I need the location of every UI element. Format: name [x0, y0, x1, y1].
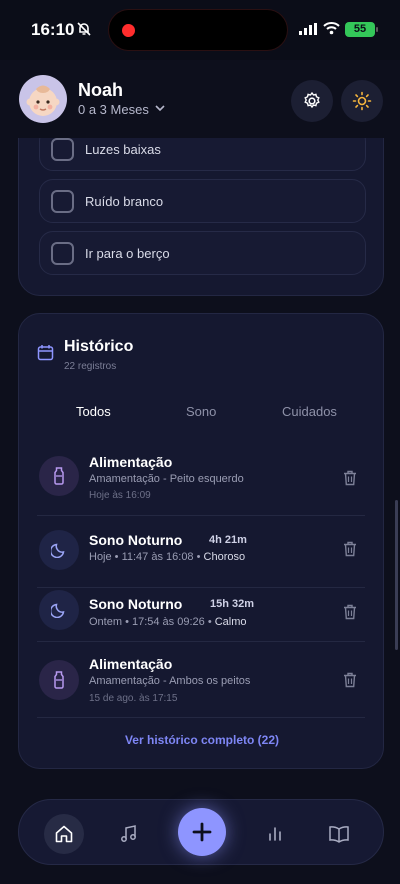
entry-duration: 4h 21m [209, 534, 247, 546]
view-full-history-link[interactable]: Ver histórico completo (22) [19, 733, 385, 747]
calendar-icon [37, 345, 54, 361]
entry-time: Hoje às 16:09 [89, 490, 151, 501]
sun-icon [352, 91, 372, 111]
add-entry-button[interactable] [178, 808, 226, 856]
status-bar: 16:10 55 [0, 0, 400, 60]
nav-music-button[interactable] [109, 814, 149, 854]
task-checkbox[interactable] [51, 138, 74, 161]
bottle-icon [39, 660, 79, 700]
trash-icon[interactable] [343, 470, 357, 486]
history-entry[interactable]: Sono Noturno 15h 32m Ontem • 17:54 às 09… [37, 578, 365, 642]
battery-indicator: 55 [345, 22, 378, 37]
task-label: Luzes baixas [85, 142, 161, 157]
routine-task[interactable]: Ruído branco [39, 179, 366, 223]
task-label: Ruído branco [85, 194, 164, 209]
bell-off-icon [77, 22, 91, 36]
bottle-icon [39, 456, 79, 496]
age-range-selector[interactable]: 0 a 3 Meses [78, 102, 149, 117]
routine-task[interactable]: Ir para o berço [39, 231, 366, 275]
stats-icon [269, 827, 281, 841]
baby-avatar[interactable] [19, 75, 67, 123]
entry-mood: Choroso [203, 551, 246, 563]
book-icon [329, 826, 349, 843]
tab-cuidados[interactable]: Cuidados [282, 404, 337, 419]
tab-sono[interactable]: Sono [186, 404, 216, 419]
settings-button[interactable] [291, 80, 333, 122]
history-title: Histórico [64, 338, 134, 355]
profile-header: Noah 0 a 3 Meses [0, 60, 400, 138]
tab-todos[interactable]: Todos [76, 404, 111, 419]
trash-icon[interactable] [343, 604, 357, 620]
trash-icon[interactable] [343, 541, 357, 557]
task-label: Ir para o berço [85, 246, 170, 261]
entry-detail: Amamentação - Peito esquerdo [89, 473, 244, 485]
dynamic-island [108, 9, 288, 51]
task-checkbox[interactable] [51, 242, 74, 265]
entry-time-range: Hoje • 11:47 às 16:08 • [89, 551, 201, 563]
entry-detail: Amamentação - Ambos os peitos [89, 675, 251, 687]
entry-title: Alimentação [89, 656, 173, 672]
entry-time: 15 de ago. às 17:15 [89, 693, 178, 704]
recording-indicator [122, 24, 135, 37]
trash-icon[interactable] [343, 672, 357, 688]
entry-title: Sono Noturno [89, 532, 183, 548]
music-icon [121, 825, 136, 842]
moon-icon [39, 590, 79, 630]
nav-home-button[interactable] [44, 814, 84, 854]
entry-title: Sono Noturno [89, 596, 183, 612]
entry-detail: Hoje • 11:47 às 16:08 • Choroso [89, 551, 245, 563]
baby-face-icon [26, 85, 60, 116]
settings-icon [304, 91, 320, 109]
entry-mood: Calmo [214, 616, 247, 628]
nav-stats-button[interactable] [255, 814, 295, 854]
clock: 16:10 [31, 20, 75, 39]
history-entry[interactable]: Alimentação Amamentação - Peito esquerdo… [37, 444, 365, 516]
signal-icon [299, 23, 317, 35]
moon-icon [39, 530, 79, 570]
entry-duration: 15h 32m [210, 598, 255, 610]
entry-detail: Ontem • 17:54 às 09:26 • Calmo [89, 616, 247, 628]
history-card: Histórico 22 registros Todos Sono Cuidad… [18, 313, 384, 769]
scrollbar[interactable] [395, 500, 398, 650]
theme-toggle-button[interactable] [341, 80, 383, 122]
task-checkbox[interactable] [51, 190, 74, 213]
chevron-down-icon[interactable] [154, 102, 166, 114]
entry-title: Alimentação [89, 454, 173, 470]
wifi-icon [323, 22, 340, 35]
bottom-nav [18, 799, 384, 865]
history-entry[interactable]: Alimentação Amamentação - Ambos os peito… [37, 642, 365, 718]
history-count: 22 registros [64, 361, 117, 372]
home-icon [55, 825, 73, 843]
history-tabs: Todos Sono Cuidados [19, 404, 385, 426]
entry-time-range: Ontem • 17:54 às 09:26 • [89, 616, 212, 628]
add-icon [192, 822, 212, 842]
nav-book-button[interactable] [319, 814, 359, 854]
profile-name: Noah [78, 80, 123, 100]
